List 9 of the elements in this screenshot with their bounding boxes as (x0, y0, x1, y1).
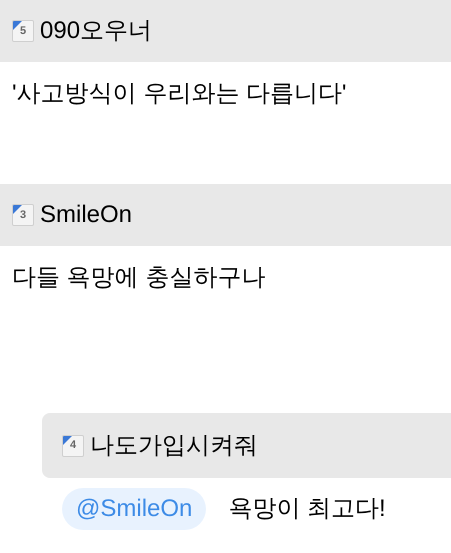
rank-badge: 4 (62, 434, 84, 456)
author-name[interactable]: 나도가입시켜줘 (90, 428, 258, 464)
author-name[interactable]: SmileOn (40, 197, 132, 233)
reply-text: 욕망이 최고다! (228, 494, 386, 524)
rank-badge: 3 (12, 204, 34, 226)
comment-text: '사고방식이 우리와는 다릅니다' (11, 79, 348, 109)
rank-badge: 5 (12, 20, 34, 42)
author-name[interactable]: 090오우너 (40, 13, 152, 49)
comment-text: 다들 욕망에 충실하구나 (11, 263, 266, 293)
